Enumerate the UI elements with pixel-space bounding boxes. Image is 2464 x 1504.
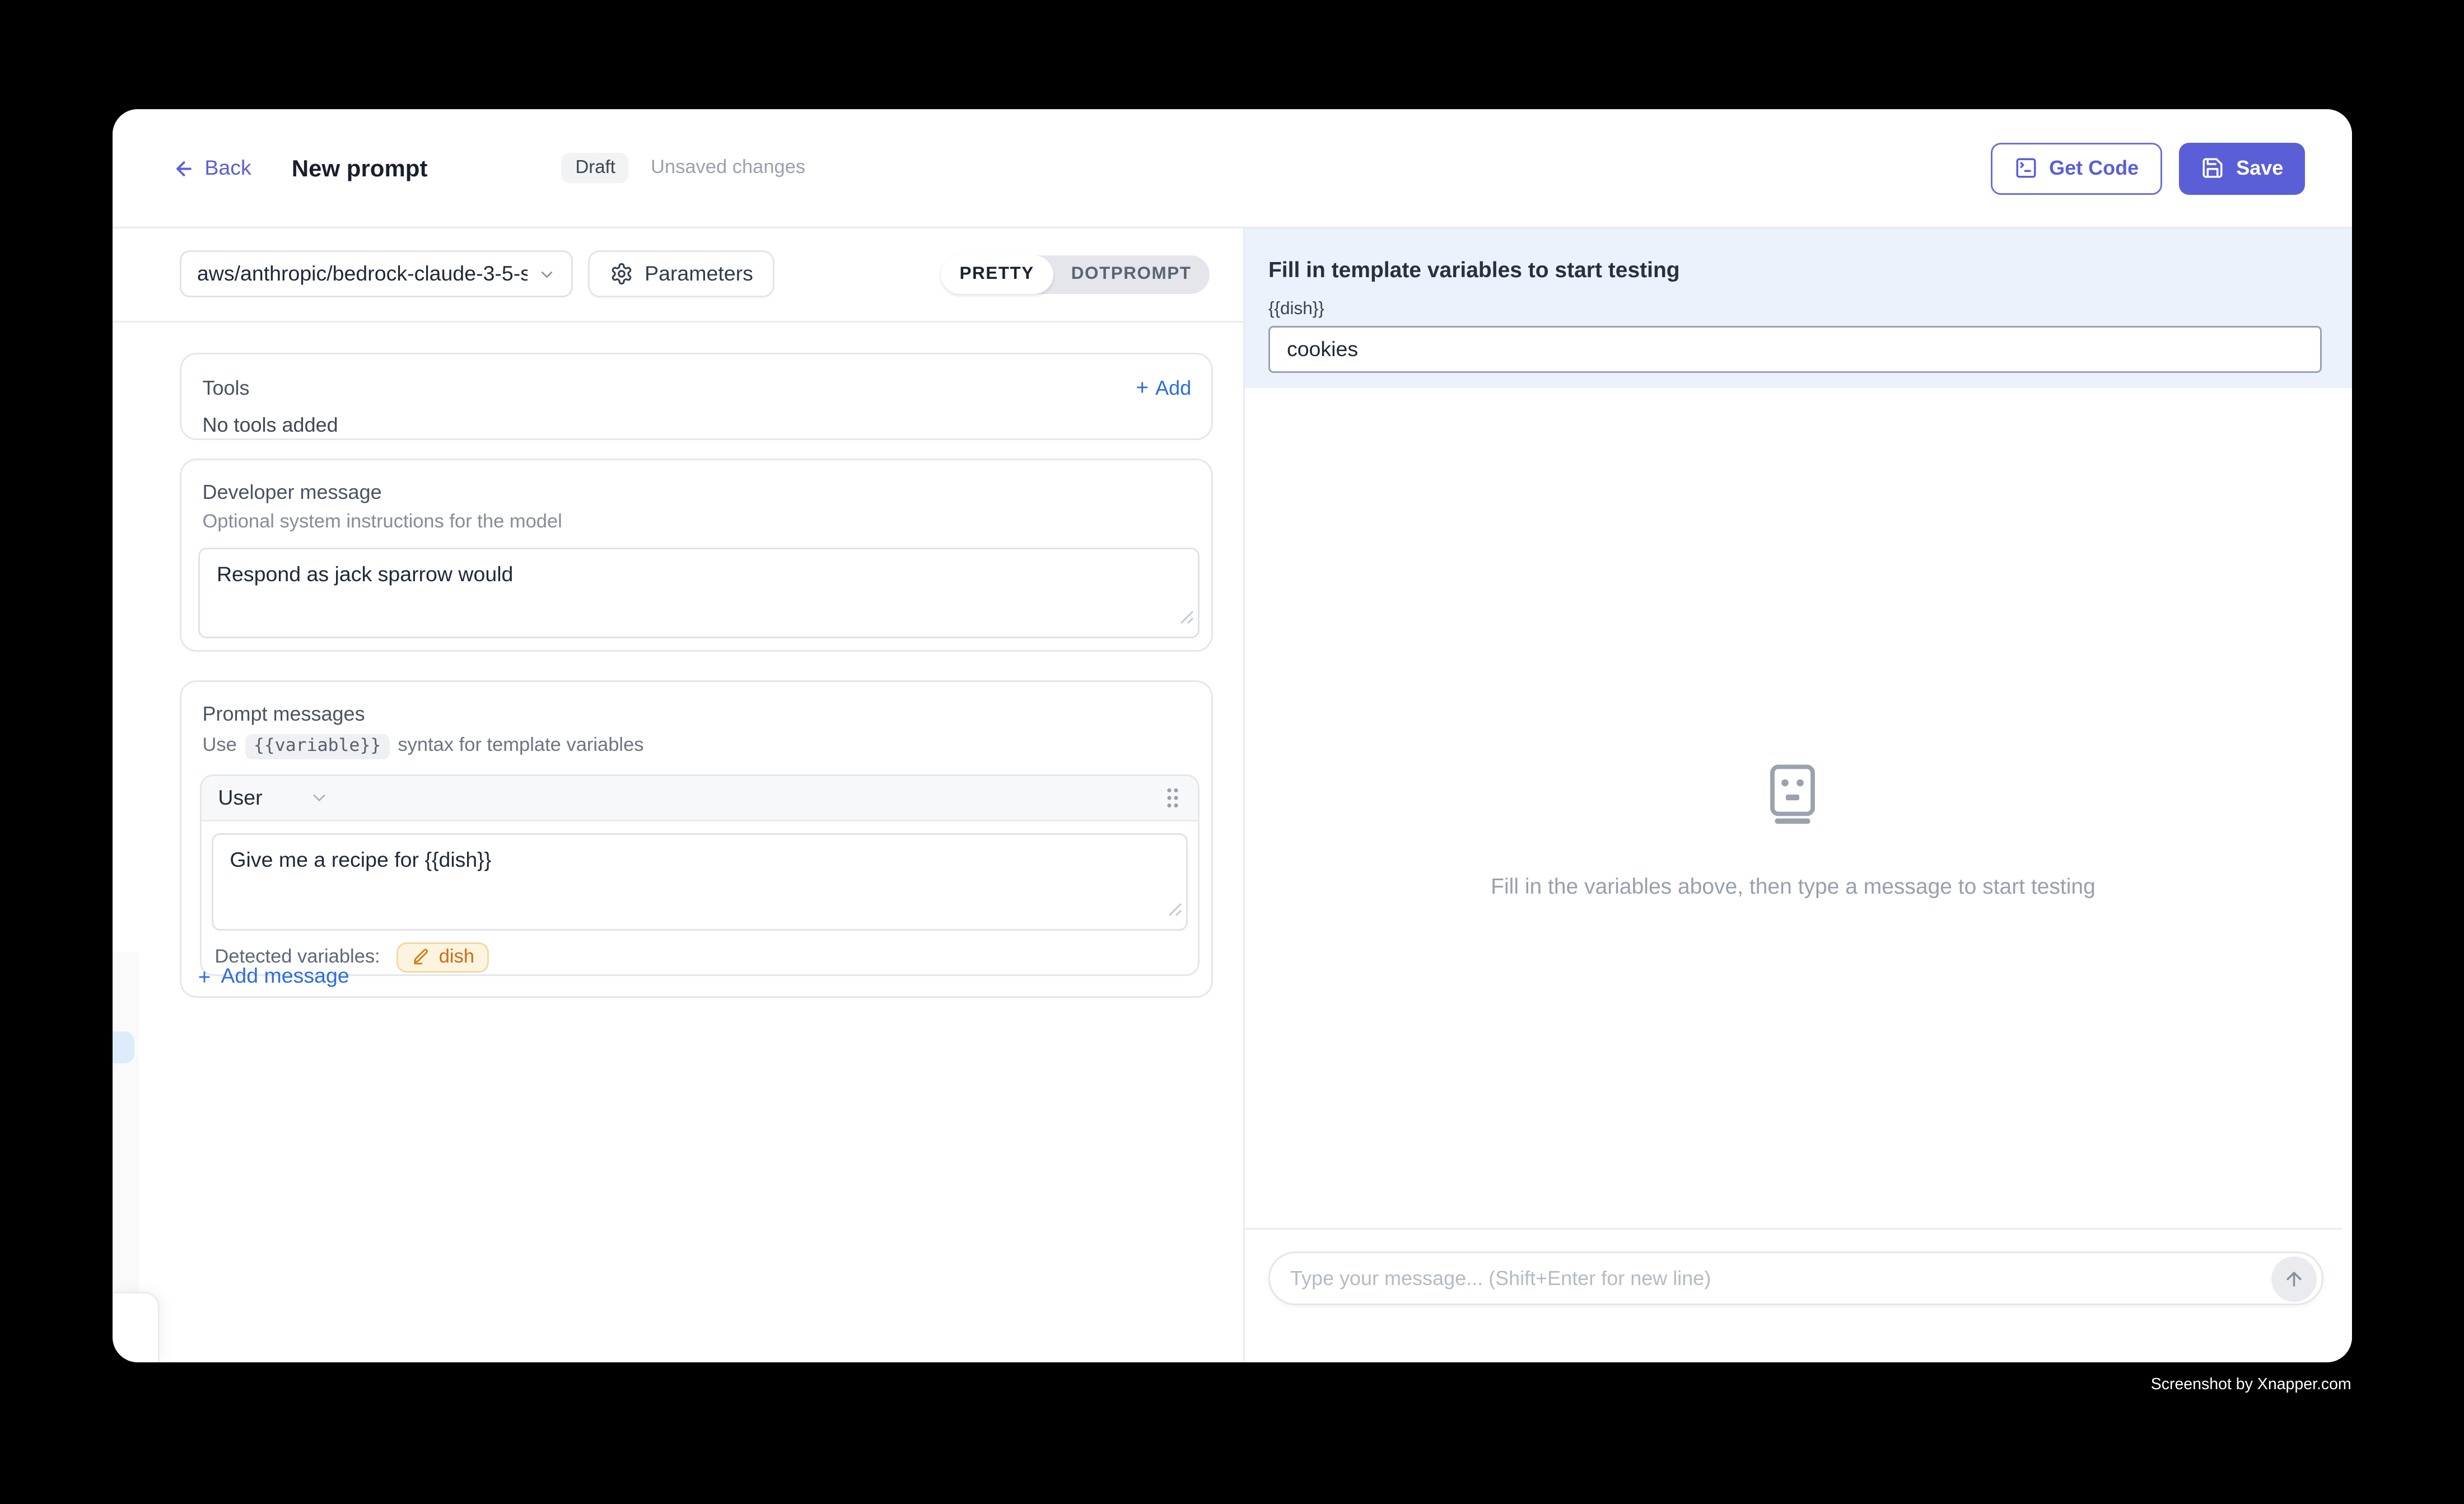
send-button[interactable]: [2271, 1256, 2316, 1301]
watermark-text: Screenshot by Xnapper.com: [2151, 1375, 2351, 1394]
toggle-dotprompt[interactable]: DOTPROMPT: [1053, 255, 1210, 294]
developer-message-card: Developer message Optional system instru…: [180, 459, 1213, 652]
developer-message-title: Developer message: [202, 480, 1191, 504]
background-sidebar-active-item: [113, 1032, 135, 1064]
test-panel: Fill in template variables to start test…: [1243, 229, 2351, 1362]
parameters-label: Parameters: [645, 263, 753, 286]
developer-message-subtitle: Optional system instructions for the mod…: [202, 512, 1191, 533]
app-window: Back New prompt Draft Unsaved changes Ge…: [113, 110, 2351, 1362]
empty-state-text: Fill in the variables above, then type a…: [1245, 874, 2341, 899]
variable-chip-label: dish: [439, 947, 474, 968]
get-code-label: Get Code: [2049, 157, 2139, 180]
chat-input-bar: [1268, 1252, 2323, 1306]
variables-banner-title: Fill in template variables to start test…: [1268, 258, 2351, 283]
tools-card: Tools Add No tools added: [180, 353, 1213, 440]
plus-icon: [1136, 375, 1149, 400]
hint-prefix: Use: [202, 736, 236, 756]
pencil-icon: [412, 948, 431, 966]
model-selector-value: aws/anthropic/bedrock-claude-3-5-s...: [197, 263, 528, 286]
add-message-button[interactable]: Add message: [198, 964, 349, 989]
toggle-pretty[interactable]: PRETTY: [941, 255, 1053, 294]
tools-title: Tools: [202, 376, 249, 399]
prompt-messages-card: Prompt messages Use {{variable}} syntax …: [180, 680, 1213, 998]
status-badge: Draft: [562, 153, 629, 184]
parameters-button[interactable]: Parameters: [587, 251, 775, 298]
page-title: New prompt: [292, 155, 428, 182]
editor-toolbar: aws/anthropic/bedrock-claude-3-5-s... Pa…: [113, 229, 1243, 322]
variable-chip-dish[interactable]: dish: [397, 942, 489, 973]
add-tool-label: Add: [1155, 376, 1191, 399]
view-mode-toggle: PRETTY DOTPROMPT: [941, 255, 1210, 294]
save-label: Save: [2236, 157, 2283, 180]
header: Back New prompt Draft Unsaved changes Ge…: [113, 110, 2351, 229]
save-button[interactable]: Save: [2179, 142, 2305, 194]
variables-banner: Fill in template variables to start test…: [1245, 229, 2351, 389]
drag-handle-icon[interactable]: [1164, 786, 1180, 810]
role-selector-value: User: [218, 786, 262, 810]
plus-icon: [198, 964, 211, 989]
developer-message-textarea[interactable]: Respond as jack sparrow would: [198, 548, 1199, 639]
message-header: User: [201, 776, 1197, 821]
divider: [1245, 1229, 2341, 1230]
terminal-icon: [2014, 157, 2037, 180]
chat-empty-state: Fill in the variables above, then type a…: [1245, 765, 2341, 899]
get-code-button[interactable]: Get Code: [1990, 142, 2162, 194]
header-actions: Get Code Save: [1990, 142, 2305, 194]
robot-face-icon: [1765, 765, 1822, 825]
add-tool-button[interactable]: Add: [1136, 375, 1191, 400]
back-label: Back: [204, 157, 251, 180]
template-syntax-hint: Use {{variable}} syntax for template var…: [202, 734, 1191, 759]
role-selector[interactable]: User: [218, 786, 329, 810]
background-popover-sliver: [113, 1292, 160, 1362]
chevron-down-icon: [538, 265, 557, 284]
variable-value-input[interactable]: [1268, 326, 2321, 373]
arrow-left-icon: [172, 157, 194, 179]
gear-icon: [609, 263, 633, 286]
background-sidebar-sliver: [113, 953, 140, 1292]
prompt-messages-title: Prompt messages: [202, 702, 1191, 726]
model-selector[interactable]: aws/anthropic/bedrock-claude-3-5-s...: [180, 251, 573, 298]
hint-suffix: syntax for template variables: [398, 736, 643, 756]
message-block: User Give me a recipe for {{dish}} Detec…: [199, 774, 1199, 977]
user-message-textarea[interactable]: Give me a recipe for {{dish}}: [211, 833, 1187, 931]
back-button[interactable]: Back: [172, 157, 251, 180]
chat-message-input[interactable]: [1290, 1267, 2271, 1291]
chevron-down-icon: [310, 788, 330, 808]
variable-syntax-code: {{variable}}: [245, 734, 390, 759]
unsaved-changes-text: Unsaved changes: [651, 158, 805, 179]
screenshot-stage: Back New prompt Draft Unsaved changes Ge…: [0, 0, 2464, 1504]
detected-variables-row: Detected variables: dish: [214, 942, 1197, 973]
add-message-label: Add message: [221, 965, 349, 988]
variable-name-label: {{dish}}: [1268, 300, 2351, 320]
arrow-up-icon: [2283, 1268, 2304, 1290]
save-icon: [2201, 157, 2224, 180]
tools-empty-text: No tools added: [202, 414, 1191, 437]
